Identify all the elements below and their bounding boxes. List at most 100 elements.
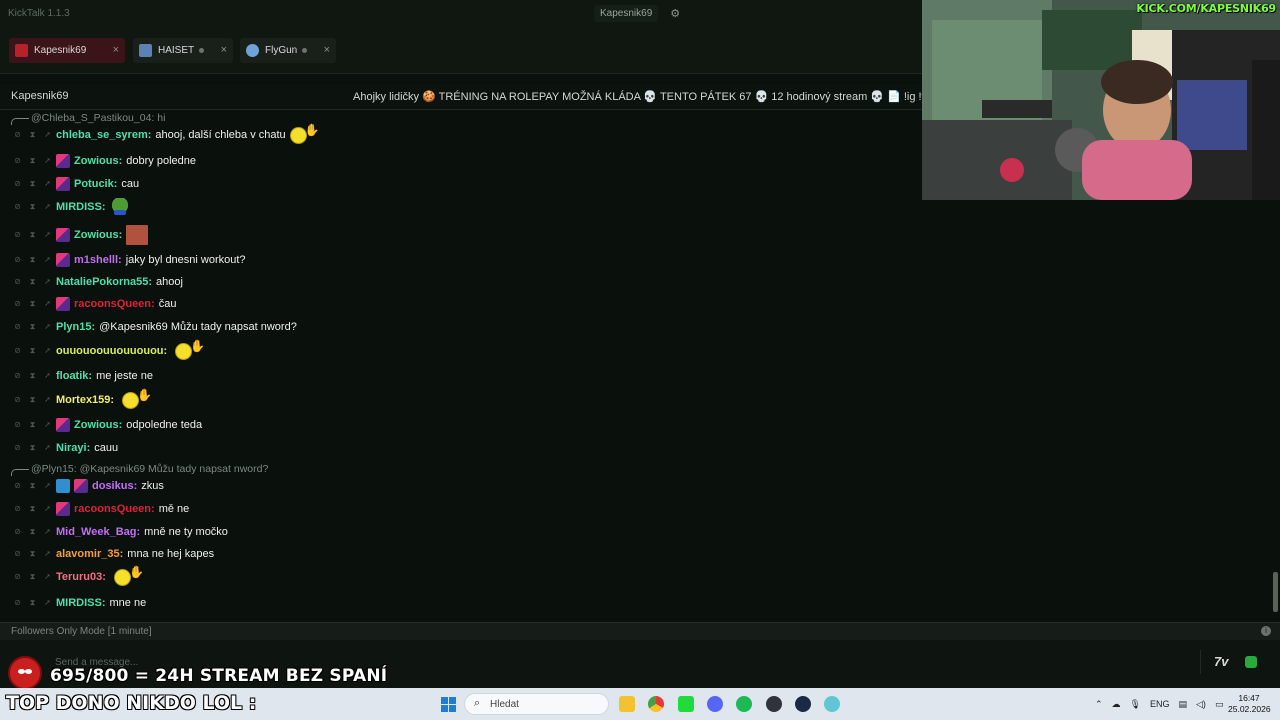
timeout-icon[interactable]: ⧗ bbox=[28, 504, 37, 514]
reply-icon[interactable]: ➚ bbox=[43, 549, 52, 559]
timeout-icon[interactable]: ⧗ bbox=[28, 598, 37, 608]
battery-icon[interactable]: ▭ bbox=[1215, 699, 1224, 710]
chat-message[interactable]: ⊘ ⧗ ➚ Mid_Week_Bag: mně ne ty močko bbox=[0, 521, 228, 543]
obs-icon[interactable] bbox=[766, 696, 782, 712]
taskbar-search[interactable]: ⌕ Hledat bbox=[464, 693, 609, 715]
ban-icon[interactable]: ⊘ bbox=[13, 549, 22, 559]
timeout-icon[interactable]: ⧗ bbox=[28, 420, 37, 430]
window-title[interactable]: Kapesnik69 bbox=[594, 4, 659, 22]
app-icon[interactable] bbox=[824, 696, 840, 712]
chat-message[interactable]: ⊘ ⧗ ➚ Mortex159: ✋ bbox=[0, 388, 152, 411]
chat-username[interactable]: dosikus bbox=[92, 480, 134, 492]
chat-username[interactable]: Nirayi bbox=[56, 442, 87, 454]
reply-icon[interactable]: ➚ bbox=[43, 179, 52, 189]
ban-icon[interactable]: ⊘ bbox=[13, 527, 22, 537]
reply-icon[interactable]: ➚ bbox=[43, 299, 52, 309]
scrollbar-thumb[interactable] bbox=[1273, 572, 1278, 612]
ban-icon[interactable]: ⊘ bbox=[13, 598, 22, 608]
chat-message[interactable]: ⊘ ⧗ ➚ NataliePokorna55: ahooj bbox=[0, 271, 183, 293]
microphone-icon[interactable]: 🎙 bbox=[1130, 699, 1141, 710]
timeout-icon[interactable]: ⧗ bbox=[28, 549, 37, 559]
chat-username[interactable]: NataliePokorna55 bbox=[56, 276, 148, 288]
reply-icon[interactable]: ➚ bbox=[43, 572, 52, 582]
close-icon[interactable]: × bbox=[221, 44, 227, 56]
ban-icon[interactable]: ⊘ bbox=[13, 299, 22, 309]
gear-icon[interactable]: ⚙ bbox=[670, 7, 680, 20]
ban-icon[interactable]: ⊘ bbox=[13, 230, 22, 240]
face-emote-icon[interactable] bbox=[126, 225, 149, 245]
ban-icon[interactable]: ⊘ bbox=[13, 255, 22, 265]
chat-username[interactable]: m1shelll bbox=[74, 254, 118, 266]
timeout-icon[interactable]: ⧗ bbox=[28, 255, 37, 265]
timeout-icon[interactable]: ⧗ bbox=[28, 443, 37, 453]
chat-username[interactable]: ouuouoouuouuouou bbox=[56, 345, 164, 357]
info-icon[interactable]: i bbox=[1261, 626, 1271, 636]
reply-icon[interactable]: ➚ bbox=[43, 230, 52, 240]
chat-message[interactable]: ⊘ ⧗ ➚ Teruru03: ✋ bbox=[0, 565, 144, 588]
chat-message[interactable]: ⊘ ⧗ ➚ Zowious: bbox=[0, 224, 149, 246]
windows-start-icon[interactable] bbox=[441, 697, 456, 712]
ban-icon[interactable]: ⊘ bbox=[13, 371, 22, 381]
taskbar-clock[interactable]: 16:47 25.02.2026 bbox=[1228, 693, 1271, 715]
chat-username[interactable]: Potucik bbox=[74, 178, 114, 190]
timeout-icon[interactable]: ⧗ bbox=[28, 527, 37, 537]
chat-message[interactable]: ⊘ ⧗ ➚ m1shelll: jaky byl dnesni workout? bbox=[0, 249, 246, 271]
close-icon[interactable]: × bbox=[324, 44, 330, 56]
chat-message[interactable]: ⊘ ⧗ ➚ racoonsQueen: mě ne bbox=[0, 498, 189, 520]
timeout-icon[interactable]: ⧗ bbox=[28, 371, 37, 381]
chat-message[interactable]: ⊘ ⧗ ➚ Nirayi: cauu bbox=[0, 437, 118, 459]
reply-icon[interactable]: ➚ bbox=[43, 346, 52, 356]
spotify-icon[interactable] bbox=[736, 696, 752, 712]
smile-wave-emote-icon[interactable]: ✋ bbox=[113, 565, 144, 587]
ban-icon[interactable]: ⊘ bbox=[13, 130, 22, 140]
discord-icon[interactable] bbox=[707, 696, 723, 712]
ban-icon[interactable]: ⊘ bbox=[13, 572, 22, 582]
steam-icon[interactable] bbox=[795, 696, 811, 712]
chat-username[interactable]: Zowious bbox=[74, 229, 119, 241]
reply-icon[interactable]: ➚ bbox=[43, 202, 52, 212]
kick-app-icon[interactable] bbox=[678, 696, 694, 712]
ban-icon[interactable]: ⊘ bbox=[13, 504, 22, 514]
chat-username[interactable]: Zowious bbox=[74, 419, 119, 431]
reply-icon[interactable]: ➚ bbox=[43, 395, 52, 405]
chat-message[interactable]: ⊘ ⧗ ➚ chleba_se_syrem: ahooj, další chleba v… bbox=[0, 123, 320, 146]
volume-icon[interactable]: ◁) bbox=[1196, 699, 1206, 710]
channel-name[interactable]: Kapesnik69 bbox=[11, 90, 69, 102]
smile-wave-emote-icon[interactable]: ✋ bbox=[175, 339, 205, 361]
timeout-icon[interactable]: ⧗ bbox=[28, 179, 37, 189]
timeout-icon[interactable]: ⧗ bbox=[28, 322, 37, 332]
reply-icon[interactable]: ➚ bbox=[43, 371, 52, 381]
chat-username[interactable]: Zowious bbox=[74, 155, 119, 167]
chat-username[interactable]: racoonsQueen bbox=[74, 298, 151, 310]
timeout-icon[interactable]: ⧗ bbox=[28, 130, 37, 140]
ban-icon[interactable]: ⊘ bbox=[13, 322, 22, 332]
timeout-icon[interactable]: ⧗ bbox=[28, 230, 37, 240]
chat-message[interactable]: ⊘ ⧗ ➚ racoonsQueen: čau bbox=[0, 293, 176, 315]
reply-icon[interactable]: ➚ bbox=[43, 255, 52, 265]
tab-flygun[interactable]: FlyGun × bbox=[240, 38, 336, 63]
chat-message[interactable]: ⊘ ⧗ ➚ floatik: me jeste ne bbox=[0, 365, 153, 387]
chat-username[interactable]: racoonsQueen bbox=[74, 503, 151, 515]
reply-icon[interactable]: ➚ bbox=[43, 420, 52, 430]
chat-username[interactable]: Plyn15 bbox=[56, 321, 91, 333]
7tv-emote-picker-button[interactable]: 7v bbox=[1214, 654, 1228, 669]
ban-icon[interactable]: ⊘ bbox=[13, 179, 22, 189]
ban-icon[interactable]: ⊘ bbox=[13, 202, 22, 212]
reply-icon[interactable]: ➚ bbox=[43, 277, 52, 287]
chat-message[interactable]: ⊘ ⧗ ➚ Zowious: dobry poledne bbox=[0, 150, 196, 172]
timeout-icon[interactable]: ⧗ bbox=[28, 572, 37, 582]
ban-icon[interactable]: ⊘ bbox=[13, 346, 22, 356]
smile-wave-emote-icon[interactable]: ✋ bbox=[289, 123, 320, 145]
network-icon[interactable]: ▤ bbox=[1179, 699, 1188, 710]
timeout-icon[interactable]: ⧗ bbox=[28, 299, 37, 309]
ban-icon[interactable]: ⊘ bbox=[13, 395, 22, 405]
chat-message[interactable]: ⊘ ⧗ ➚ Zowious: odpoledne teda bbox=[0, 414, 202, 436]
chat-username[interactable]: alavomir_35 bbox=[56, 548, 120, 560]
kick-emote-picker-button[interactable] bbox=[1245, 656, 1257, 668]
ban-icon[interactable]: ⊘ bbox=[13, 443, 22, 453]
chat-message[interactable]: ⊘ ⧗ ➚ MIRDISS: mne ne bbox=[0, 592, 146, 614]
timeout-icon[interactable]: ⧗ bbox=[28, 277, 37, 287]
chat-username[interactable]: Teruru03 bbox=[56, 571, 102, 583]
reply-context[interactable]: @Chleba_S_Pastikou_04: hi bbox=[11, 111, 165, 125]
reply-icon[interactable]: ➚ bbox=[43, 527, 52, 537]
